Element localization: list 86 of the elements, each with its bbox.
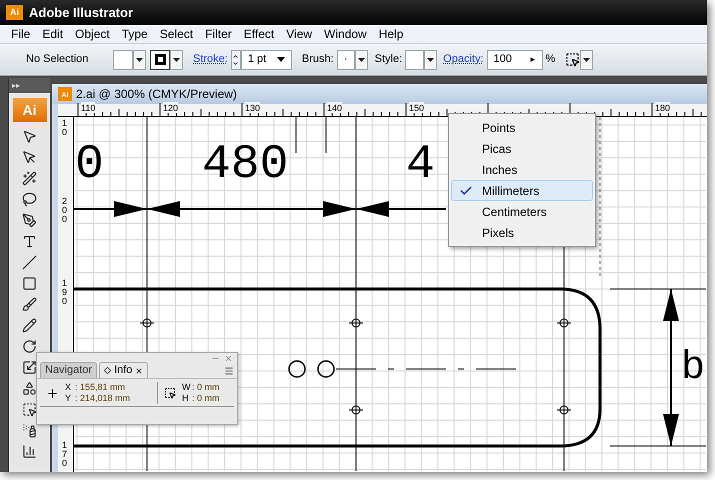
selection-frame-icon [565, 52, 580, 67]
menu-option[interactable]: Points [451, 117, 593, 138]
ruler-label: 110 [81, 102, 96, 113]
ruler-label: 10 [60, 119, 68, 137]
ruler-label: 190 [60, 279, 68, 306]
style-field[interactable] [405, 50, 424, 70]
stroke-link[interactable]: Stroke: [193, 51, 228, 68]
caret-icon [427, 58, 434, 62]
window-title: Adobe Illustrator [29, 4, 134, 22]
field-value: : 214,018 mm [75, 393, 132, 404]
dropdown-button[interactable] [170, 50, 183, 70]
dimension-text: 4 [406, 141, 435, 189]
isolate-button[interactable] [565, 52, 580, 67]
hole-marker [348, 318, 364, 328]
hole-circle [288, 360, 306, 378]
dimension-text: 0 [75, 141, 104, 189]
stroke-spinner[interactable] [230, 50, 241, 70]
hole-marker [140, 318, 154, 328]
ruler-label: 120 [163, 102, 178, 113]
opacity-unit: % [546, 52, 556, 68]
brush-label: Brush: [302, 52, 334, 68]
dropdown-button[interactable] [354, 50, 368, 70]
app-logo: Ai [6, 5, 23, 20]
field-value: : 0 mm [192, 393, 220, 404]
panel-menu-icon [224, 366, 234, 376]
close-icon [135, 366, 144, 374]
field-label: X [65, 382, 72, 393]
hole-marker [348, 406, 364, 414]
dropdown-button[interactable] [133, 50, 146, 70]
menu-option[interactable]: Picas [451, 138, 593, 159]
panel-tab[interactable]: Info [99, 362, 148, 378]
field-label: Y [65, 393, 72, 404]
hole-circle [317, 360, 335, 378]
opacity-arrow[interactable]: ▸ [530, 52, 536, 66]
dimension-text: b [681, 349, 706, 389]
ruler-label: 170 [60, 441, 68, 468]
menu-option[interactable]: Pixels [451, 222, 593, 243]
dimension-text: 480 [202, 141, 288, 189]
menu-option[interactable]: Centimeters [451, 201, 593, 222]
caret-icon [276, 57, 285, 62]
hole-marker [556, 318, 572, 328]
hole-marker [556, 406, 572, 414]
panel-tab[interactable]: Navigator [40, 362, 98, 378]
bounding-box-icon [164, 387, 176, 399]
document-tab[interactable]: 2.ai @ 300% (CMYK/Preview) [76, 85, 237, 103]
ruler-label: 200 [60, 197, 68, 224]
menu-item[interactable]: Window [319, 25, 372, 43]
field-label: H [182, 393, 190, 404]
caret-icon [136, 58, 143, 62]
app-logo: Ai [12, 98, 46, 122]
menu-item[interactable]: View [281, 25, 318, 43]
menu-item[interactable]: File [6, 25, 36, 43]
caret-icon [358, 58, 365, 62]
ruler-label: 150 [409, 102, 424, 113]
style-label: Style: [374, 52, 402, 68]
menu-option[interactable]: Inches [451, 159, 593, 180]
field-value: : 155,81 mm [75, 382, 126, 393]
crosshair-icon [46, 386, 59, 400]
menu-option[interactable]: Millimeters [451, 180, 593, 201]
menu-item[interactable]: Type [116, 25, 153, 43]
menu-item[interactable]: Object [70, 25, 115, 43]
caret-icon [173, 58, 180, 62]
dropdown-button[interactable] [580, 50, 594, 70]
brush-field[interactable]: · [336, 50, 355, 70]
fill-swatch[interactable] [113, 50, 133, 70]
ruler-label: 140 [327, 102, 342, 113]
close-icon [224, 354, 233, 362]
opacity-field[interactable]: 100 ▸ [486, 50, 543, 70]
stroke-swatch[interactable] [150, 50, 170, 70]
opacity-link[interactable]: Opacity: [443, 51, 484, 68]
stroke-weight-select[interactable]: 1 pt [240, 50, 292, 70]
menu-item[interactable]: Effect [238, 25, 280, 43]
dropdown-button[interactable] [424, 50, 438, 70]
menu-item[interactable]: Select [154, 25, 198, 43]
field-label: W [182, 382, 192, 393]
check-icon [459, 184, 473, 198]
ruler-label: 130 [245, 102, 260, 113]
menu-item[interactable]: Edit [37, 25, 68, 43]
field-value: : 0 mm [192, 382, 220, 393]
caret-icon [583, 58, 590, 62]
menu-item[interactable]: Help [374, 25, 408, 43]
collapse-toggle[interactable]: ▸▸ [12, 80, 20, 92]
selection-status: No Selection [26, 52, 90, 68]
expand-icon [104, 367, 112, 374]
menu-item[interactable]: Filter [200, 25, 237, 43]
ruler-label: 180 [655, 102, 670, 113]
